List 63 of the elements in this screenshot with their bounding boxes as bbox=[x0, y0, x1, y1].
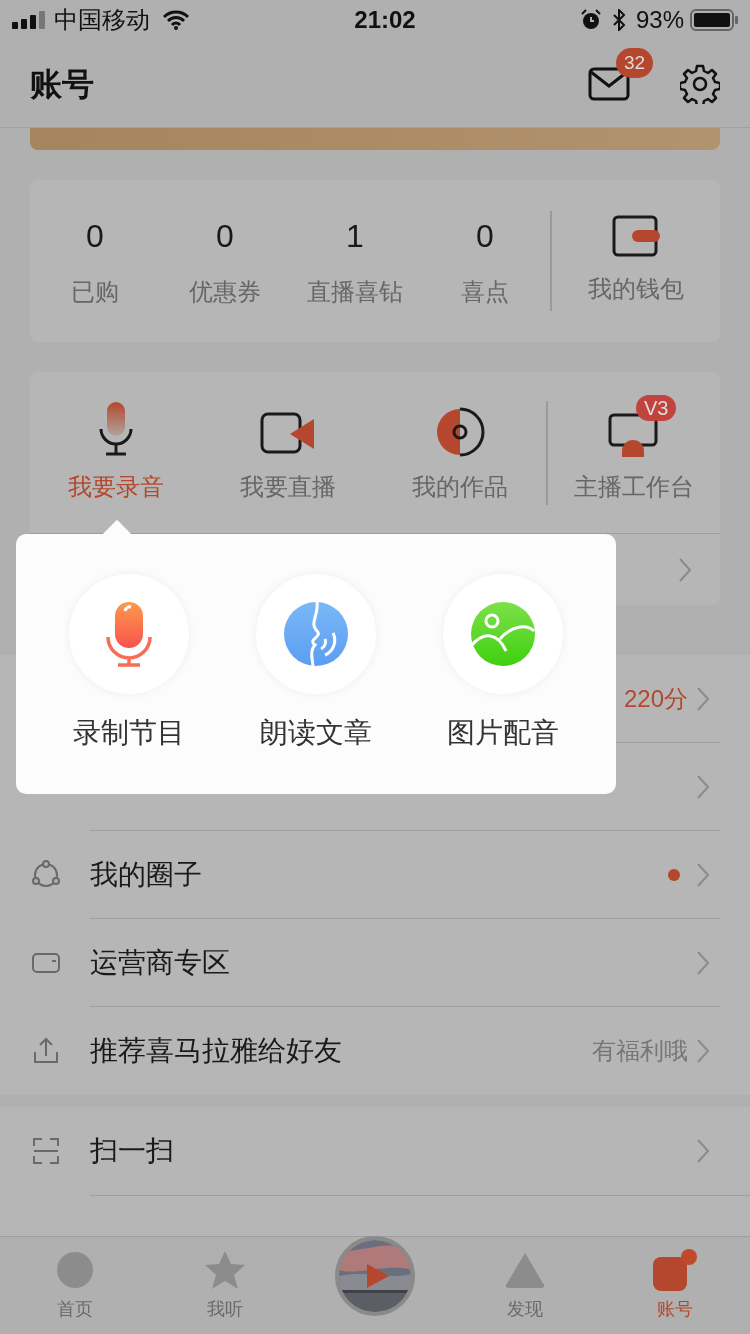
menu-value: 220分 bbox=[623, 683, 688, 714]
account-icon bbox=[653, 1249, 697, 1291]
star-icon bbox=[204, 1250, 246, 1290]
creator-action[interactable]: 我要录音 bbox=[30, 400, 202, 505]
triangle-icon bbox=[504, 1251, 546, 1289]
popup-option[interactable]: 图片配音 bbox=[417, 574, 588, 754]
popup-option[interactable]: 录制节目 bbox=[44, 574, 215, 754]
studio-button[interactable]: V3 主播工作台 bbox=[548, 390, 720, 505]
menu-label: 扫一扫 bbox=[90, 1134, 175, 1168]
stat-label: 直播喜钻 bbox=[307, 277, 403, 307]
stat-label: 已购 bbox=[71, 277, 119, 307]
menu-label: 运营商专区 bbox=[90, 945, 231, 980]
bluetooth-icon bbox=[611, 9, 626, 31]
stat-label: 优惠券 bbox=[189, 277, 261, 307]
disc-icon bbox=[435, 406, 485, 457]
tab-item[interactable]: 首页 bbox=[0, 1248, 150, 1323]
microphone-icon bbox=[105, 601, 154, 667]
menu-label: 我的圈子 bbox=[90, 857, 203, 892]
popup-option[interactable]: 朗读文章 bbox=[231, 574, 401, 754]
alarm-icon bbox=[579, 9, 602, 31]
tab-item[interactable]: 我听 bbox=[150, 1248, 300, 1323]
clock-time: 21:02 bbox=[354, 5, 416, 35]
menu-row[interactable]: 运营商专区 bbox=[0, 919, 750, 1007]
chevron-icon bbox=[696, 1038, 710, 1064]
settings-icon bbox=[680, 63, 720, 104]
wallet-icon bbox=[612, 215, 660, 257]
play-icon bbox=[367, 1263, 389, 1288]
scan-icon bbox=[30, 1135, 62, 1167]
menu-row[interactable]: 推荐喜马拉雅给好友 有福利哦 bbox=[0, 1007, 750, 1095]
unread-badge: 32 bbox=[616, 47, 654, 78]
video-camera-icon bbox=[260, 410, 316, 457]
stat-value: 0 bbox=[86, 217, 104, 256]
microphone-icon bbox=[98, 400, 134, 457]
tab-item[interactable]: 发现 bbox=[450, 1248, 600, 1323]
stat-value: 1 bbox=[346, 217, 364, 256]
stat-value: 0 bbox=[476, 217, 494, 256]
chevron-icon bbox=[696, 685, 710, 712]
chevron-icon bbox=[678, 556, 692, 583]
face-profile-icon bbox=[283, 601, 349, 667]
chevron-icon bbox=[696, 949, 710, 976]
wifi-icon bbox=[162, 10, 190, 30]
tab-item[interactable]: 账号 bbox=[600, 1248, 750, 1323]
menu-row[interactable]: 我的圈子 bbox=[0, 831, 750, 919]
wallet-button[interactable]: 我的钱包 bbox=[552, 215, 720, 307]
level-badge: V3 bbox=[636, 394, 677, 421]
creator-action[interactable]: 我的作品 bbox=[374, 400, 546, 505]
carrier-text: 中国移动 bbox=[54, 5, 150, 35]
creator-action[interactable]: 我要直播 bbox=[202, 400, 374, 505]
chevron-icon bbox=[696, 861, 710, 888]
signal-icon bbox=[12, 11, 48, 29]
battery-percent: 93% bbox=[635, 5, 684, 35]
circle-icon bbox=[56, 1251, 94, 1289]
stat-value: 0 bbox=[216, 217, 234, 256]
page-title: 账号 bbox=[30, 64, 95, 104]
menu-value: 有福利哦 bbox=[592, 1036, 688, 1066]
landscape-icon bbox=[469, 601, 536, 667]
menu-row[interactable]: 扫一扫 bbox=[0, 1107, 750, 1195]
chevron-icon bbox=[696, 773, 710, 800]
battery-icon bbox=[690, 9, 738, 31]
menu-label: 推荐喜马拉雅给好友 bbox=[90, 1034, 343, 1068]
stat-label: 喜点 bbox=[461, 277, 509, 307]
chevron-icon bbox=[696, 1138, 710, 1164]
settings-button[interactable] bbox=[680, 63, 720, 104]
